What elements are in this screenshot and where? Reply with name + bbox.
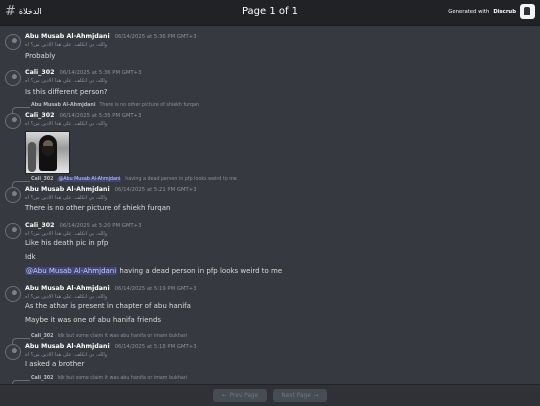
- message-text: As the athar is present in chapter of ab…: [25, 302, 191, 310]
- top-bar: # الدخلاة Page 1 of 1 Generated with Dis…: [0, 0, 540, 26]
- author-name[interactable]: Abu Musab Al-Ahmjdani: [25, 186, 110, 193]
- message-header: Cali_302 06/14/2025 at 5:36 PM GMT+3: [25, 69, 141, 76]
- author-name[interactable]: Abu Musab Al-Ahmjdani: [25, 285, 110, 292]
- message-text: Like his death pic in pfp: [25, 239, 109, 247]
- message-header: Abu Musab Al-Ahmjdani 06/14/2025 at 5:18…: [25, 343, 197, 350]
- reply-text: Idk but some claim it was abu hanifa or …: [57, 376, 188, 381]
- message-text: @Abu Musab Al-Ahmjdani having a dead per…: [25, 267, 282, 275]
- author-name[interactable]: Cali_302: [25, 222, 54, 229]
- avatar[interactable]: [5, 34, 21, 50]
- message-header: Abu Musab Al-Ahmjdani 06/14/2025 at 5:36…: [25, 33, 197, 40]
- reply-author: Abu Musab Al-Ahmjdani: [31, 103, 96, 108]
- prev-page-button[interactable]: ← Prev Page: [213, 389, 267, 402]
- reply-preview[interactable]: Cali_302 Idk but some claim it was abu h…: [31, 334, 187, 339]
- next-page-label: Next Page: [281, 392, 311, 399]
- reply-text: There is no other picture of shiekh furq…: [99, 103, 200, 108]
- reply-preview[interactable]: Abu Musab Al-Ahmjdani There is no other …: [31, 103, 199, 108]
- message-text: There is no other picture of shiekh furq…: [25, 204, 171, 212]
- message-subtitle: والله، بي اتكلف. على هذا الادين من؟ اه: [25, 195, 108, 201]
- photo-figure: [28, 142, 36, 172]
- timestamp: 06/14/2025 at 5:36 PM GMT+3: [59, 70, 142, 76]
- timestamp: 06/14/2025 at 5:19 PM GMT+3: [114, 286, 197, 292]
- reply-author: Cali_302: [31, 334, 54, 339]
- message-subtitle: والله، بي اتكلف. على هذا الادين من؟ اه: [25, 231, 108, 237]
- author-name[interactable]: Cali_302: [25, 69, 54, 76]
- timestamp: 06/14/2025 at 5:35 PM GMT+3: [59, 113, 142, 119]
- message-subtitle: والله، بي اتكلف. على هذا الادين من؟ اه: [25, 121, 108, 127]
- reply-preview[interactable]: Cali_302 Idk but some claim it was abu h…: [31, 376, 187, 381]
- timestamp: 06/14/2025 at 5:36 PM GMT+3: [114, 34, 197, 40]
- pagination-bar: ← Prev Page Next Page →: [0, 384, 540, 406]
- reply-mention: @Abu Musab Al-Ahmjdani: [57, 177, 122, 182]
- avatar[interactable]: [5, 187, 21, 203]
- message-text: Probably: [25, 52, 56, 60]
- avatar[interactable]: [5, 70, 21, 86]
- message-text-part: having a dead person in pfp looks weird …: [119, 267, 283, 275]
- message-subtitle: والله، بي اتكلف. على هذا الادين من؟ اه: [25, 42, 108, 48]
- image-attachment[interactable]: [25, 131, 70, 174]
- arrow-right-icon: →: [313, 392, 319, 399]
- next-page-button[interactable]: Next Page →: [273, 389, 327, 402]
- reply-preview[interactable]: Cali_302 @Abu Musab Al-Ahmjdani having a…: [31, 177, 237, 182]
- message-text: I asked a brother: [25, 360, 85, 368]
- message-subtitle: والله، بي اتكلف. على هذا الادين من؟ اه: [25, 352, 108, 358]
- avatar[interactable]: [5, 286, 21, 302]
- message-header: Cali_302 06/14/2025 at 5:35 PM GMT+3: [25, 112, 141, 119]
- reply-text: Idk but some claim it was abu hanifa or …: [57, 334, 188, 339]
- message-text: Maybe it was one of abu hanifa friends: [25, 316, 162, 324]
- message-text: Idk: [25, 253, 36, 261]
- avatar[interactable]: [5, 344, 21, 360]
- prev-page-label: Prev Page: [229, 392, 259, 399]
- message-list[interactable]: Abu Musab Al-Ahmjdani 06/14/2025 at 5:36…: [0, 26, 540, 384]
- avatar[interactable]: [5, 113, 21, 129]
- avatar[interactable]: [5, 223, 21, 239]
- generated-prefix: Generated with: [448, 8, 490, 15]
- message-subtitle: والله، بي اتكلف. على هذا الادين من؟ اه: [25, 294, 108, 300]
- timestamp: 06/14/2025 at 5:20 PM GMT+3: [59, 223, 142, 229]
- timestamp: 06/14/2025 at 5:21 PM GMT+3: [114, 187, 197, 193]
- message-header: Abu Musab Al-Ahmjdani 06/14/2025 at 5:21…: [25, 186, 197, 193]
- user-mention[interactable]: @Abu Musab Al-Ahmjdani: [25, 267, 118, 275]
- message-header: Abu Musab Al-Ahmjdani 06/14/2025 at 5:19…: [25, 285, 197, 292]
- message-header: Cali_302 06/14/2025 at 5:20 PM GMT+3: [25, 222, 141, 229]
- reply-author: Cali_302: [31, 376, 54, 381]
- generated-brand: Discrub: [493, 8, 516, 15]
- author-name[interactable]: Abu Musab Al-Ahmjdani: [25, 33, 110, 40]
- arrow-left-icon: ←: [221, 392, 227, 399]
- timestamp: 06/14/2025 at 5:18 PM GMT+3: [114, 344, 197, 350]
- message-subtitle: والله، بي اتكلف. على هذا الادين من؟ اه: [25, 78, 108, 84]
- generated-with: Generated with Discrub: [448, 4, 535, 19]
- author-name[interactable]: Cali_302: [25, 112, 54, 119]
- reply-text: having a dead person in pfp looks weird …: [125, 177, 237, 182]
- message-text: Is this different person?: [25, 88, 108, 96]
- discrub-logo-icon: [520, 4, 535, 19]
- reply-author: Cali_302: [31, 177, 54, 182]
- author-name[interactable]: Abu Musab Al-Ahmjdani: [25, 343, 110, 350]
